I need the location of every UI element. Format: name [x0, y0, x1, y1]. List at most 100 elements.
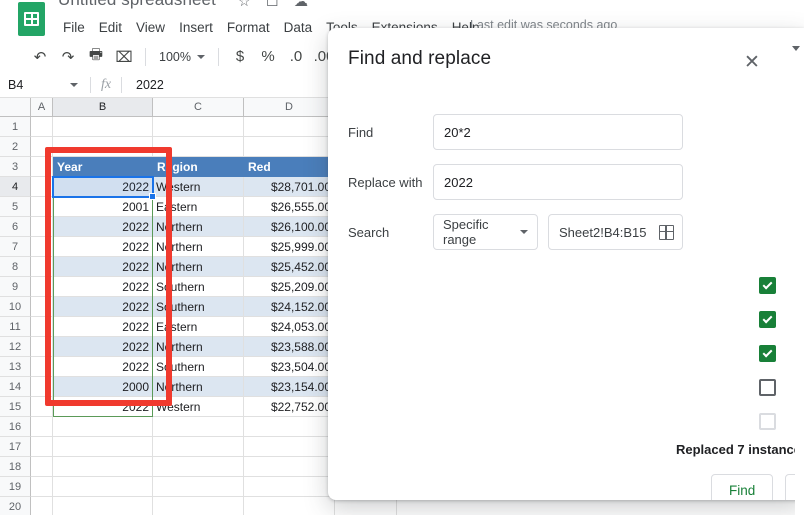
row-header-19[interactable]: 19 — [0, 477, 31, 497]
grid-cell[interactable]: Eastern — [153, 197, 244, 217]
grid-cell[interactable]: Northern — [153, 337, 244, 357]
undo-icon[interactable]: ↶ — [26, 44, 54, 70]
grid-cell[interactable] — [153, 477, 244, 497]
grid-cell[interactable] — [31, 297, 53, 317]
grid-cell[interactable]: Northern — [153, 217, 244, 237]
grid-cell[interactable] — [53, 437, 153, 457]
grid-cell[interactable] — [53, 117, 153, 137]
grid-cell[interactable] — [31, 397, 53, 417]
close-icon[interactable]: ✕ — [738, 48, 766, 76]
decrease-decimal-icon[interactable]: .0 — [282, 44, 310, 70]
row-header-13[interactable]: 13 — [0, 357, 31, 377]
replace-input[interactable] — [433, 164, 683, 200]
grid-cell[interactable] — [31, 317, 53, 337]
grid-cell[interactable]: Northern — [153, 377, 244, 397]
grid-cell[interactable] — [153, 457, 244, 477]
grid-cell[interactable]: Western — [153, 177, 244, 197]
grid-cell[interactable]: $23,154.00 — [244, 377, 335, 397]
grid-cell[interactable] — [53, 137, 153, 157]
row-header-4[interactable]: 4 — [0, 177, 31, 197]
grid-cell[interactable]: 2001 — [53, 197, 153, 217]
grid-cell[interactable] — [31, 497, 53, 515]
menu-edit[interactable]: Edit — [92, 18, 129, 37]
row-header-20[interactable]: 20 — [0, 497, 31, 515]
menu-view[interactable]: View — [129, 18, 172, 37]
grid-cell[interactable] — [31, 457, 53, 477]
grid-cell[interactable] — [31, 197, 53, 217]
grid-cell[interactable] — [31, 477, 53, 497]
grid-cell[interactable] — [244, 137, 335, 157]
grid-cell[interactable]: Northern — [153, 237, 244, 257]
grid-cell[interactable] — [31, 437, 53, 457]
row-header-14[interactable]: 14 — [0, 377, 31, 397]
row-header-12[interactable]: 12 — [0, 337, 31, 357]
menu-file[interactable]: File — [56, 18, 92, 37]
grid-cell[interactable]: 2022 — [53, 337, 153, 357]
grid-cell[interactable]: $26,100.00 — [244, 217, 335, 237]
name-box[interactable]: B4 — [0, 72, 90, 98]
grid-cell[interactable] — [31, 237, 53, 257]
vertical-scrollbar[interactable] — [795, 28, 804, 515]
grid-cell[interactable]: 2022 — [53, 257, 153, 277]
row-header-5[interactable]: 5 — [0, 197, 31, 217]
checkbox-match-entire-cell-contents[interactable] — [759, 311, 776, 328]
grid-cell[interactable]: Southern — [153, 277, 244, 297]
find-input[interactable] — [433, 114, 683, 150]
grid-cell[interactable]: $25,452.00 — [244, 257, 335, 277]
grid-cell[interactable] — [53, 497, 153, 515]
grid-cell[interactable]: 2022 — [53, 177, 153, 197]
grid-cell[interactable] — [53, 417, 153, 437]
row-header-2[interactable]: 2 — [0, 137, 31, 157]
column-header-d[interactable]: D — [244, 98, 335, 117]
fill-handle[interactable] — [149, 193, 156, 200]
column-header-b[interactable]: B — [53, 98, 153, 117]
grid-cell[interactable]: $25,209.00 — [244, 277, 335, 297]
checkbox-match-case[interactable] — [759, 277, 776, 294]
grid-cell[interactable] — [31, 417, 53, 437]
row-header-11[interactable]: 11 — [0, 317, 31, 337]
grid-cell[interactable] — [31, 257, 53, 277]
row-header-16[interactable]: 16 — [0, 417, 31, 437]
grid-cell[interactable]: $24,053.00 — [244, 317, 335, 337]
menu-data[interactable]: Data — [277, 18, 320, 37]
column-header-a[interactable]: A — [31, 98, 53, 117]
grid-cell[interactable] — [153, 497, 244, 515]
zoom-selector[interactable]: 100% — [153, 47, 211, 67]
menu-format[interactable]: Format — [220, 18, 277, 37]
grid-cell[interactable]: Western — [153, 397, 244, 417]
cloud-status-icon[interactable]: ☁ — [294, 0, 308, 10]
redo-icon[interactable]: ↷ — [54, 44, 82, 70]
grid-cell[interactable]: 2022 — [53, 277, 153, 297]
chevron-down-icon[interactable] — [792, 46, 800, 51]
grid-cell[interactable]: 2022 — [53, 317, 153, 337]
grid-cell[interactable] — [53, 477, 153, 497]
row-header-6[interactable]: 6 — [0, 217, 31, 237]
search-scope-select[interactable]: Specific range — [433, 214, 538, 250]
menu-insert[interactable]: Insert — [172, 18, 220, 37]
grid-cell[interactable] — [31, 377, 53, 397]
grid-cell[interactable]: Year — [53, 157, 153, 177]
row-header-9[interactable]: 9 — [0, 277, 31, 297]
row-header-8[interactable]: 8 — [0, 257, 31, 277]
row-header-3[interactable]: 3 — [0, 157, 31, 177]
document-title[interactable]: Untitled spreadsheet — [58, 0, 216, 10]
row-header-10[interactable]: 10 — [0, 297, 31, 317]
print-icon[interactable]: 🖶 — [82, 44, 110, 70]
grid-cell[interactable]: $28,701.00 — [244, 177, 335, 197]
grid-cell[interactable]: Southern — [153, 357, 244, 377]
grid-cell[interactable] — [244, 417, 335, 437]
grid-cell[interactable]: Northern — [153, 257, 244, 277]
function-icon[interactable]: fx — [91, 77, 121, 93]
grid-cell[interactable] — [53, 457, 153, 477]
star-icon[interactable]: ☆ — [238, 0, 251, 10]
grid-cell[interactable]: $23,588.00 — [244, 337, 335, 357]
currency-format-icon[interactable]: $ — [226, 44, 254, 70]
grid-cell[interactable]: $23,504.00 — [244, 357, 335, 377]
grid-cell[interactable] — [244, 117, 335, 137]
grid-cell[interactable]: $25,999.00 — [244, 237, 335, 257]
grid-cell[interactable] — [244, 437, 335, 457]
row-header-1[interactable]: 1 — [0, 117, 31, 137]
grid-cell[interactable] — [153, 137, 244, 157]
grid-cell[interactable]: $26,555.00 — [244, 197, 335, 217]
column-header-c[interactable]: C — [153, 98, 244, 117]
